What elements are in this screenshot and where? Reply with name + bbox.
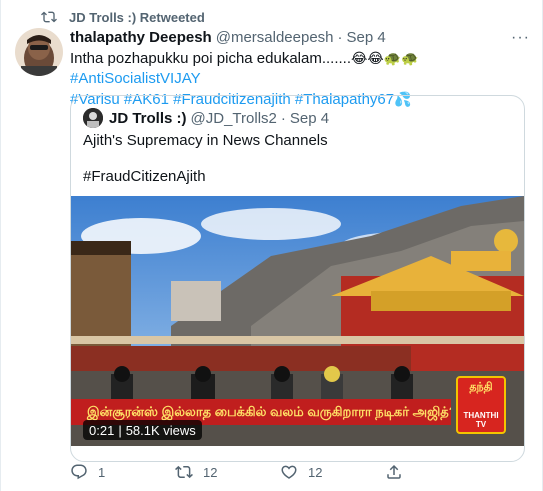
emoji-group: 😂😂🐢🐢 bbox=[351, 50, 419, 66]
tweet-card[interactable]: JD Trolls :) Retweeted thalapathy Deepes… bbox=[0, 0, 543, 491]
quoted-author-handle[interactable]: @JD_Trolls2 bbox=[191, 110, 277, 127]
author-name[interactable]: thalapathy Deepesh bbox=[70, 28, 212, 48]
like-button[interactable]: 12 bbox=[280, 462, 385, 482]
separator-dot: · bbox=[337, 29, 343, 46]
tweet-actions: 1 12 12 bbox=[70, 462, 490, 482]
channel-logo: தந்தி THANTHI TV bbox=[456, 376, 506, 434]
video-player[interactable]: இன்சூரன்ஸ் இல்லாத பைக்கில் வலம் வருகிறார… bbox=[71, 196, 524, 446]
video-stats-overlay: 0:21 | 58.1K views bbox=[83, 420, 202, 440]
reply-button[interactable]: 1 bbox=[70, 462, 175, 482]
retweet-button[interactable]: 12 bbox=[175, 462, 280, 482]
quoted-text: Ajith's Supremacy in News Channels bbox=[83, 132, 328, 149]
video-views: 58.1K views bbox=[125, 422, 196, 438]
avatar[interactable] bbox=[15, 28, 63, 76]
reply-count: 1 bbox=[98, 464, 106, 480]
like-count: 12 bbox=[308, 464, 323, 480]
quoted-author-name[interactable]: JD Trolls :) bbox=[109, 110, 187, 127]
separator-dot: · bbox=[280, 109, 286, 127]
retweet-label: JD Trolls :) Retweeted bbox=[69, 9, 205, 25]
quoted-avatar bbox=[83, 108, 103, 128]
video-duration: 0:21 bbox=[89, 422, 115, 438]
channel-logo-text: தந்தி bbox=[469, 381, 493, 393]
channel-logo-subtext: THANTHI TV bbox=[463, 411, 499, 429]
overlay-separator: | bbox=[118, 422, 122, 438]
reply-icon bbox=[71, 464, 87, 480]
quoted-tweet[interactable]: JD Trolls :) @JD_Trolls2 · Sep 4 Ajith's… bbox=[70, 95, 525, 462]
retweet-icon bbox=[175, 465, 193, 479]
hashtag[interactable]: #AntiSocialistVIJAY bbox=[70, 70, 201, 87]
author-handle[interactable]: @mersaldeepesh bbox=[216, 28, 334, 48]
retweet-icon bbox=[41, 11, 57, 23]
quoted-hashtag: #FraudCitizenAjith bbox=[83, 168, 206, 185]
retweet-context[interactable]: JD Trolls :) Retweeted bbox=[41, 8, 205, 26]
heart-icon bbox=[281, 465, 297, 479]
quoted-date[interactable]: Sep 4 bbox=[290, 110, 329, 127]
tweet-text-plain: Intha pozhapukku poi picha edukalam.....… bbox=[70, 50, 352, 67]
retweet-count: 12 bbox=[203, 464, 218, 480]
more-options-icon[interactable]: ··· bbox=[511, 28, 530, 48]
share-icon bbox=[387, 464, 401, 479]
tweet-date[interactable]: Sep 4 bbox=[347, 28, 386, 48]
share-button[interactable] bbox=[385, 462, 490, 482]
